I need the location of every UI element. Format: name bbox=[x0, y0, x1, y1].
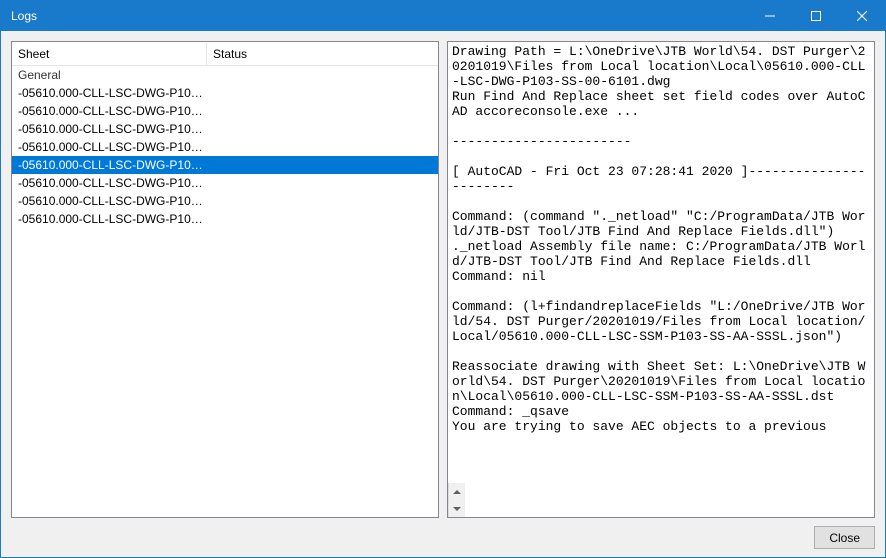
maximize-icon bbox=[811, 11, 821, 21]
cell-sheet: -05610.000-CLL-LSC-DWG-P103-SS-0... bbox=[18, 104, 207, 118]
group-header[interactable]: General bbox=[12, 66, 438, 84]
table-row[interactable]: -05610.000-CLL-LSC-DWG-P103-SS-0... bbox=[12, 102, 438, 120]
minimize-icon bbox=[765, 11, 775, 21]
chevron-down-icon bbox=[453, 507, 461, 511]
cell-sheet: -05610.000-CLL-LSC-DWG-P103-SS-0... bbox=[18, 212, 207, 226]
logs-window: Logs Sheet Status General bbox=[0, 0, 886, 558]
cell-sheet: -05610.000-CLL-LSC-DWG-P103-SS-0... bbox=[18, 86, 207, 100]
window-title: Logs bbox=[11, 9, 747, 23]
column-header-sheet[interactable]: Sheet bbox=[12, 43, 207, 65]
cell-sheet: -05610.000-CLL-LSC-DWG-P103-SS-0... bbox=[18, 158, 207, 172]
chevron-up-icon bbox=[453, 490, 461, 494]
table-row[interactable]: -05610.000-CLL-LSC-DWG-P103-SS-0... bbox=[12, 156, 438, 174]
close-window-button[interactable] bbox=[839, 1, 885, 31]
close-icon bbox=[857, 11, 867, 21]
close-button[interactable]: Close bbox=[814, 526, 875, 549]
list-header: Sheet Status bbox=[12, 42, 438, 66]
minimize-button[interactable] bbox=[747, 1, 793, 31]
table-row[interactable]: -05610.000-CLL-LSC-DWG-P103-SS-0... bbox=[12, 138, 438, 156]
window-controls bbox=[747, 1, 885, 31]
cell-sheet: -05610.000-CLL-LSC-DWG-P103-SS-0... bbox=[18, 176, 207, 190]
client-area: Sheet Status General -05610.000-CLL-LSC-… bbox=[1, 31, 885, 557]
table-row[interactable]: -05610.000-CLL-LSC-DWG-P103-SS-0... bbox=[12, 210, 438, 228]
cell-sheet: -05610.000-CLL-LSC-DWG-P103-SS-0... bbox=[18, 122, 207, 136]
panels: Sheet Status General -05610.000-CLL-LSC-… bbox=[11, 41, 875, 518]
log-output[interactable]: Drawing Path = L:\OneDrive\JTB World\54.… bbox=[448, 42, 874, 483]
cell-sheet: -05610.000-CLL-LSC-DWG-P103-SS-0... bbox=[18, 140, 207, 154]
sheet-list-panel: Sheet Status General -05610.000-CLL-LSC-… bbox=[11, 41, 439, 518]
list-body[interactable]: General -05610.000-CLL-LSC-DWG-P103-SS-0… bbox=[12, 66, 438, 517]
table-row[interactable]: -05610.000-CLL-LSC-DWG-P103-SS-0... bbox=[12, 192, 438, 210]
footer: Close bbox=[11, 526, 875, 549]
column-header-status[interactable]: Status bbox=[207, 43, 438, 65]
table-row[interactable]: -05610.000-CLL-LSC-DWG-P103-SS-0... bbox=[12, 120, 438, 138]
maximize-button[interactable] bbox=[793, 1, 839, 31]
titlebar[interactable]: Logs bbox=[1, 1, 885, 31]
log-panel: Drawing Path = L:\OneDrive\JTB World\54.… bbox=[447, 41, 875, 518]
table-row[interactable]: -05610.000-CLL-LSC-DWG-P103-SS-0... bbox=[12, 84, 438, 102]
vertical-scrollbar[interactable] bbox=[448, 483, 465, 517]
table-row[interactable]: -05610.000-CLL-LSC-DWG-P103-SS-0... bbox=[12, 174, 438, 192]
scroll-up-button[interactable] bbox=[449, 483, 465, 500]
cell-sheet: -05610.000-CLL-LSC-DWG-P103-SS-0... bbox=[18, 194, 207, 208]
scroll-down-button[interactable] bbox=[449, 500, 465, 517]
